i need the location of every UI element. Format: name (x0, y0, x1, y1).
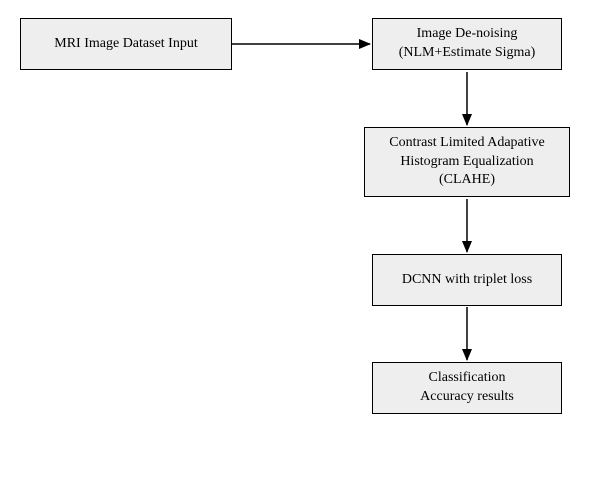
node-clahe-line-1: Contrast Limited Adapative (389, 134, 545, 153)
node-results-line-2: Accuracy results (420, 388, 514, 407)
node-denoise-line-1: Image De-noising (399, 25, 536, 44)
node-results-line-1: Classification (420, 369, 514, 388)
node-denoise-line-2: (NLM+Estimate Sigma) (399, 44, 536, 63)
node-clahe-line-2: Histogram Equalization (389, 153, 545, 172)
node-results: Classification Accuracy results (372, 362, 562, 414)
flowchart-canvas: MRI Image Dataset Input Image De-noising… (0, 0, 600, 500)
edges-layer (0, 0, 600, 500)
node-denoise: Image De-noising (NLM+Estimate Sigma) (372, 18, 562, 70)
node-dcnn-line-1: DCNN with triplet loss (402, 271, 532, 290)
node-input: MRI Image Dataset Input (20, 18, 232, 70)
node-dcnn: DCNN with triplet loss (372, 254, 562, 306)
node-clahe: Contrast Limited Adapative Histogram Equ… (364, 127, 570, 197)
node-input-line-1: MRI Image Dataset Input (54, 35, 197, 54)
node-clahe-line-3: (CLAHE) (389, 171, 545, 190)
